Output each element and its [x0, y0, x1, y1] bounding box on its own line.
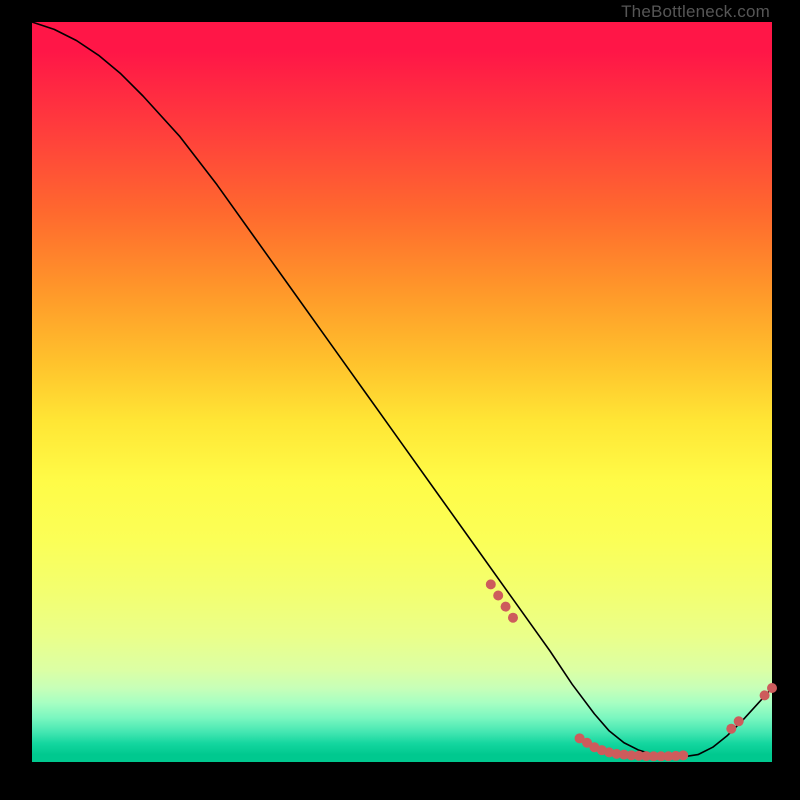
data-point — [734, 716, 744, 726]
attribution-label: TheBottleneck.com — [621, 2, 770, 22]
data-point — [508, 613, 518, 623]
data-point — [493, 591, 503, 601]
data-point — [501, 602, 511, 612]
data-points — [486, 579, 777, 761]
data-point — [726, 724, 736, 734]
bottleneck-curve — [32, 22, 772, 757]
curve-layer — [32, 22, 772, 762]
plot-area — [32, 22, 772, 762]
data-point — [767, 683, 777, 693]
data-point — [760, 690, 770, 700]
data-point — [678, 750, 688, 760]
chart-root: TheBottleneck.com — [0, 0, 800, 800]
data-point — [486, 579, 496, 589]
